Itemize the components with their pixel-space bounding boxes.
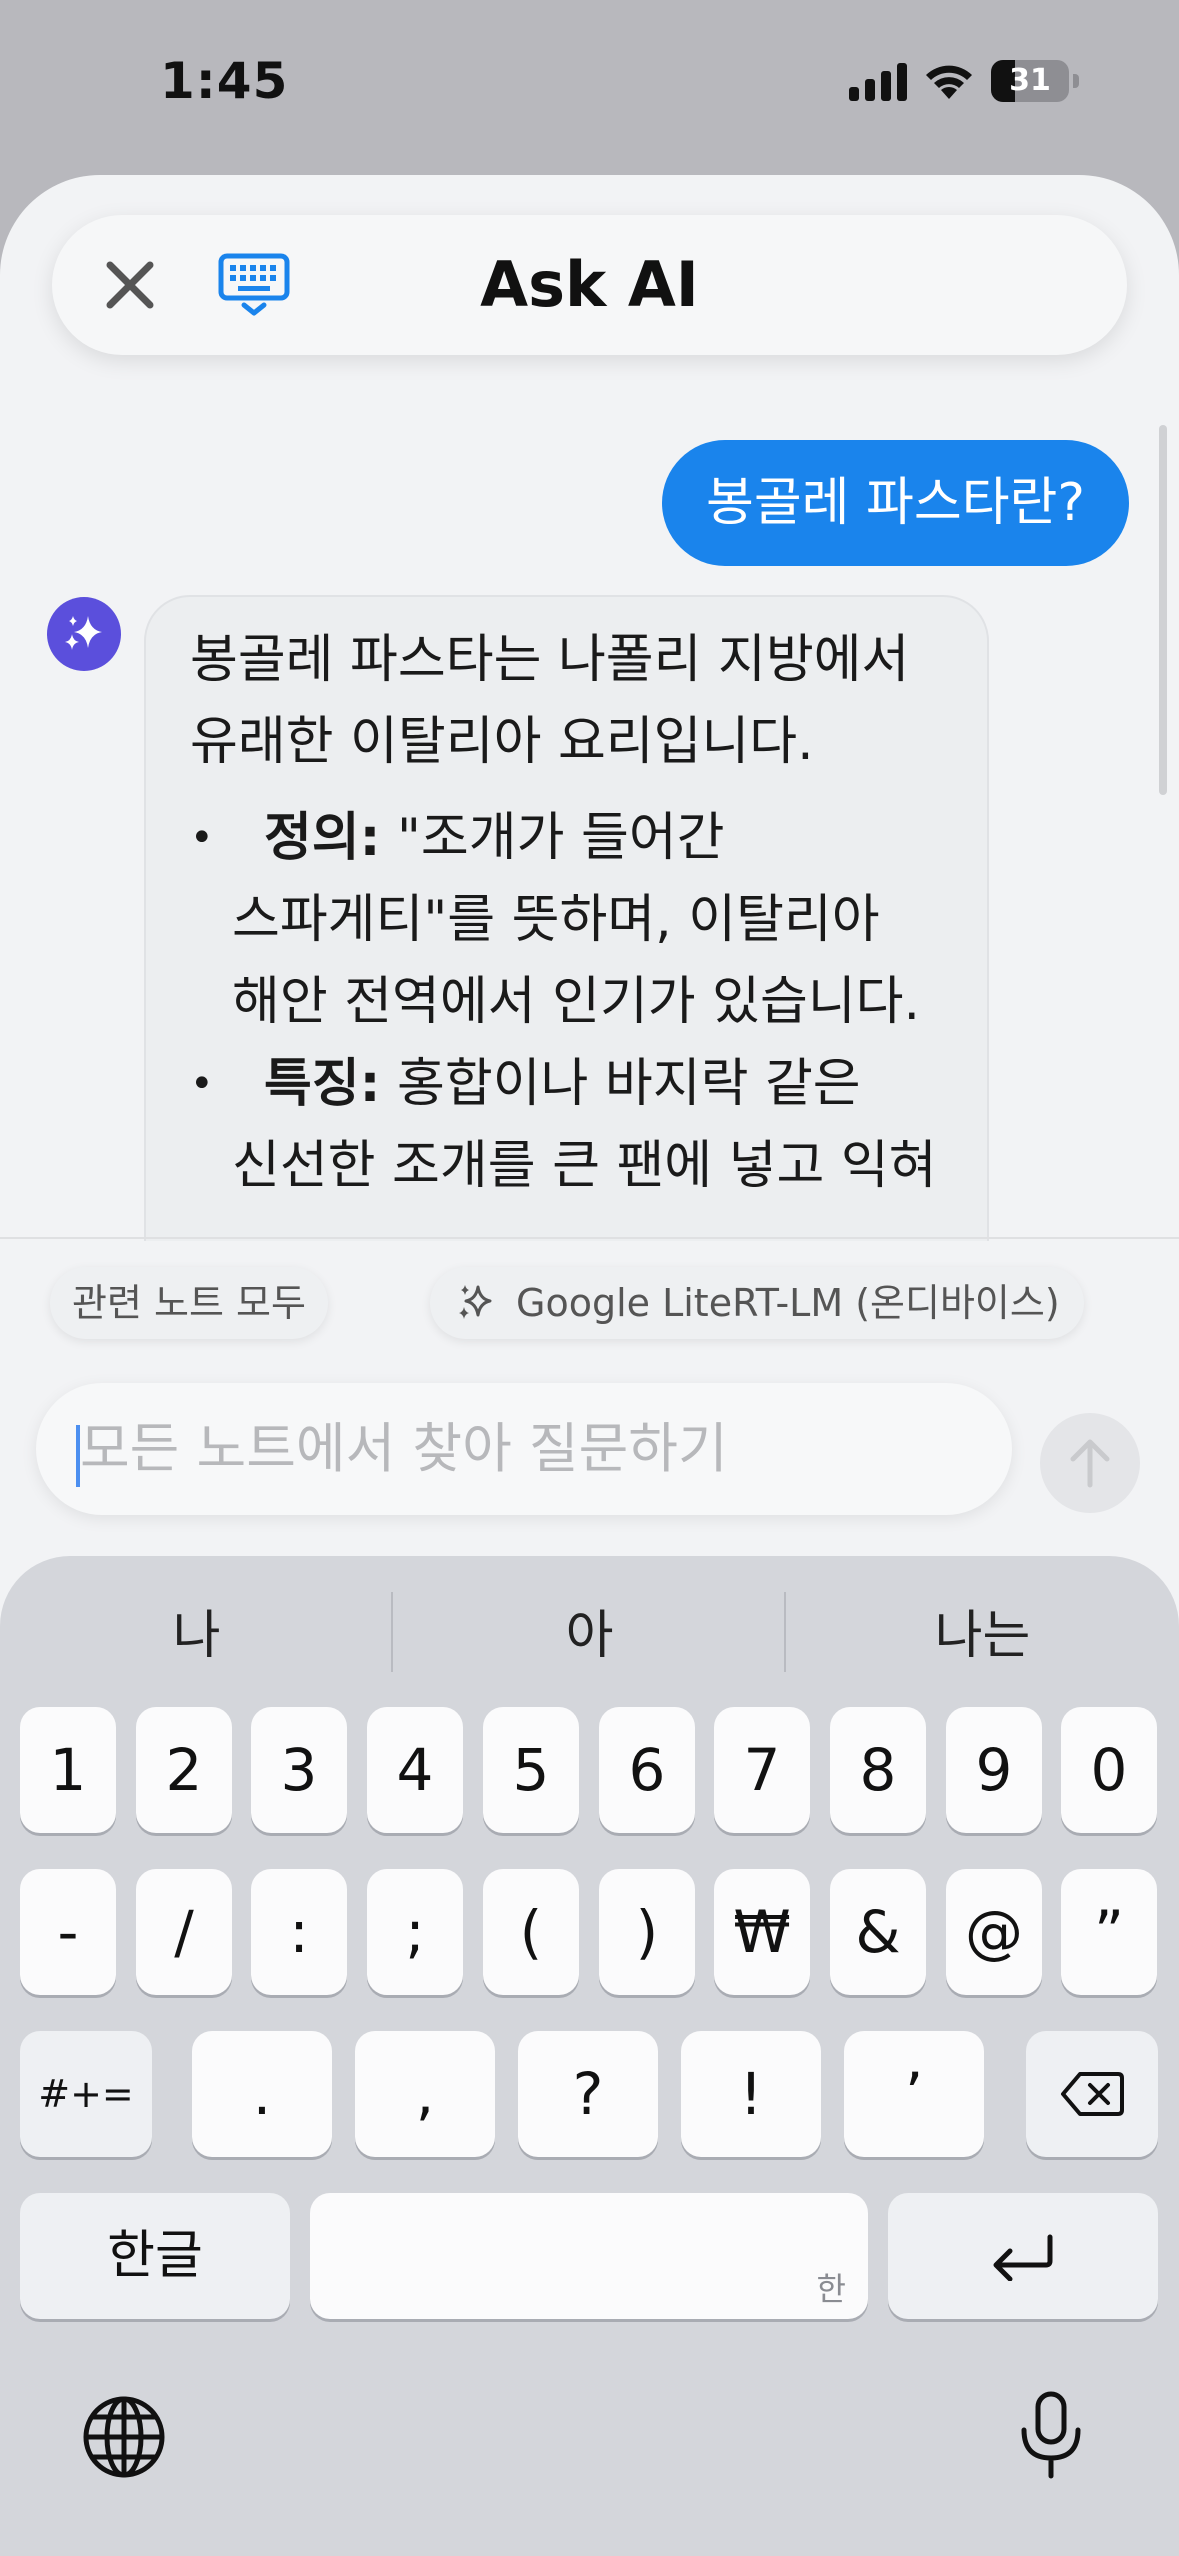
key[interactable]: ” <box>1061 1869 1157 1995</box>
screen: 1:45 31 Ask AI 봉골레 파스타란? 봉골레 파스타는 나폴리 지방… <box>0 0 1179 2556</box>
send-button[interactable] <box>1040 1413 1140 1513</box>
ai-message-bubble: 봉골레 파스타는 나폴리 지방에서 유래한 이탈리아 요리입니다. 정의: "조… <box>144 595 989 1241</box>
model-label: Google LiteRT-LM (온디바이스) <box>516 1281 1060 1325</box>
suggestion-3[interactable]: 나는 <box>786 1596 1179 1676</box>
battery-level: 31 <box>1009 63 1051 98</box>
key[interactable]: @ <box>946 1869 1042 1995</box>
battery-tip <box>1073 74 1079 88</box>
keyboard-dismiss-icon <box>218 253 290 316</box>
key[interactable]: : <box>251 1869 347 1995</box>
key[interactable]: 2 <box>136 1707 232 1833</box>
bullet-term: 정의: <box>264 808 381 868</box>
keyboard-dismiss-button[interactable] <box>214 245 294 325</box>
key[interactable]: ! <box>681 2031 821 2157</box>
ai-bullet-list: 정의: "조개가 들어간 스파게티"를 뜻하며, 이탈리아 해안 전역에서 인기… <box>190 797 943 1207</box>
bullet-text: 해안 전역에서 인기가 있습니다. <box>232 972 921 1032</box>
key[interactable]: - <box>20 1869 116 1995</box>
key[interactable]: ₩ <box>714 1869 810 1995</box>
suggestion-2[interactable]: 아 <box>393 1596 786 1676</box>
user-message-bubble: 봉골레 파스타란? <box>661 440 1129 566</box>
key[interactable]: ? <box>518 2031 658 2157</box>
wifi-icon <box>926 65 972 99</box>
arrow-up-icon <box>1070 1439 1110 1488</box>
key[interactable]: 6 <box>599 1707 695 1833</box>
composer-divider <box>0 1237 1179 1239</box>
ai-intro: 봉골레 파스타는 나폴리 지방에서 유래한 이탈리아 요리입니다. <box>190 619 943 783</box>
bullet-text: 스파게티"를 뜻하며, 이탈리아 <box>232 890 880 950</box>
ai-bullet-item: 특징: 홍합이나 바지락 같은 신선한 조개를 큰 팬에 넣고 익혀 <box>190 1043 943 1207</box>
key[interactable]: . <box>192 2031 332 2157</box>
key[interactable]: 9 <box>946 1707 1042 1833</box>
dictation-key[interactable] <box>1016 2390 1086 2484</box>
key[interactable]: 7 <box>714 1707 810 1833</box>
key[interactable]: 3 <box>251 1707 347 1833</box>
sparkle-icon <box>65 616 102 650</box>
microphone-icon <box>1021 2391 1081 2479</box>
key[interactable]: ( <box>483 1869 579 1995</box>
bullet-term: 특징: <box>264 1054 381 1114</box>
key[interactable]: ’ <box>844 2031 984 2157</box>
status-time: 1:45 <box>160 52 289 110</box>
question-input[interactable]: 모든 노트에서 찾아 질문하기 <box>36 1383 1012 1515</box>
model-chip[interactable]: Google LiteRT-LM (온디바이스) <box>430 1267 1084 1339</box>
close-icon <box>106 261 154 309</box>
battery-icon: 31 <box>991 60 1069 102</box>
question-input-placeholder: 모든 노트에서 찾아 질문하기 <box>80 1417 728 1480</box>
scope-chip[interactable]: 관련 노트 모두 <box>50 1267 328 1339</box>
bullet-text: "조개가 들어간 <box>380 808 725 868</box>
symbols-key[interactable]: #+= <box>20 2031 152 2157</box>
ai-intro-line: 유래한 이탈리아 요리입니다. <box>190 712 814 772</box>
sparkle-icon <box>459 1285 492 1319</box>
suggestion-1[interactable]: 나 <box>0 1596 393 1676</box>
key[interactable]: / <box>136 1869 232 1995</box>
space-bar[interactable]: 한 <box>310 2193 868 2319</box>
key[interactable]: 5 <box>483 1707 579 1833</box>
key[interactable]: 1 <box>20 1707 116 1833</box>
globe-icon <box>83 2396 165 2478</box>
globe-key[interactable] <box>82 2395 166 2483</box>
backspace-icon <box>1061 2072 1124 2116</box>
return-key[interactable] <box>888 2193 1158 2319</box>
key[interactable]: ) <box>599 1869 695 1995</box>
close-button[interactable] <box>92 247 168 323</box>
return-icon <box>993 2234 1053 2282</box>
key[interactable]: 0 <box>1061 1707 1157 1833</box>
ai-intro-line: 봉골레 파스타는 나폴리 지방에서 <box>190 630 910 690</box>
backspace-key[interactable] <box>1026 2031 1158 2157</box>
key[interactable]: & <box>830 1869 926 1995</box>
space-bar-hint: 한 <box>816 2270 846 2308</box>
key[interactable]: 8 <box>830 1707 926 1833</box>
key[interactable]: , <box>355 2031 495 2157</box>
ai-avatar <box>47 597 121 671</box>
chat-scrollbar[interactable] <box>1159 425 1167 795</box>
header-bar: Ask AI <box>52 215 1127 355</box>
bullet-text: 홍합이나 바지락 같은 <box>380 1054 861 1114</box>
key[interactable]: 4 <box>367 1707 463 1833</box>
cellular-signal-icon <box>849 61 907 101</box>
key[interactable]: ; <box>367 1869 463 1995</box>
chat-thread[interactable]: 봉골레 파스타란? 봉골레 파스타는 나폴리 지방에서 유래한 이탈리아 요리입… <box>0 405 1179 1241</box>
language-key[interactable]: 한글 <box>20 2193 290 2319</box>
status-icons: 31 <box>849 60 1079 102</box>
ai-bullet-item: 정의: "조개가 들어간 스파게티"를 뜻하며, 이탈리아 해안 전역에서 인기… <box>190 797 943 1043</box>
bullet-text: 신선한 조개를 큰 팬에 넣고 익혀 <box>232 1136 937 1196</box>
